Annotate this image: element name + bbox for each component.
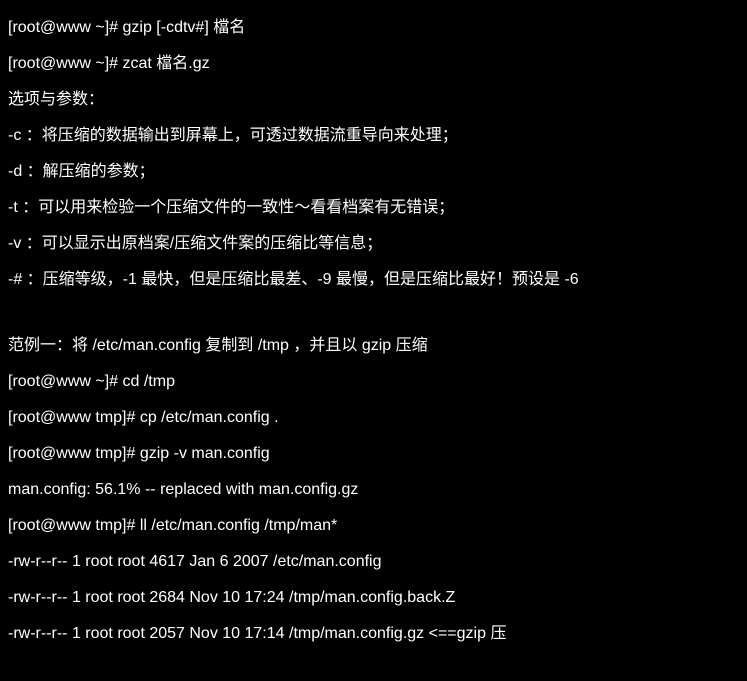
terminal-line: [root@www ~]# zcat 檔名.gz bbox=[8, 46, 739, 82]
terminal-line: -d ：解压缩的参数； bbox=[8, 154, 739, 190]
terminal-line: -t ：可以用来检验一个压缩文件的一致性～看看档案有无错误； bbox=[8, 190, 739, 226]
terminal-line: [root@www ~]# cd /tmp bbox=[8, 364, 739, 400]
terminal-line: [root@www tmp]# ll /etc/man.config /tmp/… bbox=[8, 508, 739, 544]
terminal-line: -c ：将压缩的数据输出到屏幕上，可透过数据流重导向来处理； bbox=[8, 118, 739, 154]
terminal-line: [root@www tmp]# cp /etc/man.config . bbox=[8, 400, 739, 436]
terminal-line: [root@www ~]# gzip [-cdtv#] 檔名 bbox=[8, 10, 739, 46]
terminal-line: 选项与参数： bbox=[8, 82, 739, 118]
terminal-line: -rw-r--r-- 1 root root 2057 Nov 10 17:14… bbox=[8, 616, 739, 652]
terminal-line: [root@www tmp]# gzip -v man.config bbox=[8, 436, 739, 472]
terminal-line: -rw-r--r-- 1 root root 2684 Nov 10 17:24… bbox=[8, 580, 739, 616]
terminal-line: man.config: 56.1% -- replaced with man.c… bbox=[8, 472, 739, 508]
terminal-line: -rw-r--r-- 1 root root 4617 Jan 6 2007 /… bbox=[8, 544, 739, 580]
terminal-line: 范例一：将 /etc/man.config 复制到 /tmp ，并且以 gzip… bbox=[8, 328, 739, 364]
blank-line bbox=[8, 298, 739, 328]
terminal-line: -v ：可以显示出原档案/压缩文件案的压缩比等信息； bbox=[8, 226, 739, 262]
terminal-line: -# ：压缩等级，-1 最快，但是压缩比最差、-9 最慢，但是压缩比最好！预设是… bbox=[8, 262, 739, 298]
terminal-output: [root@www ~]# gzip [-cdtv#] 檔名 [root@www… bbox=[8, 10, 739, 652]
